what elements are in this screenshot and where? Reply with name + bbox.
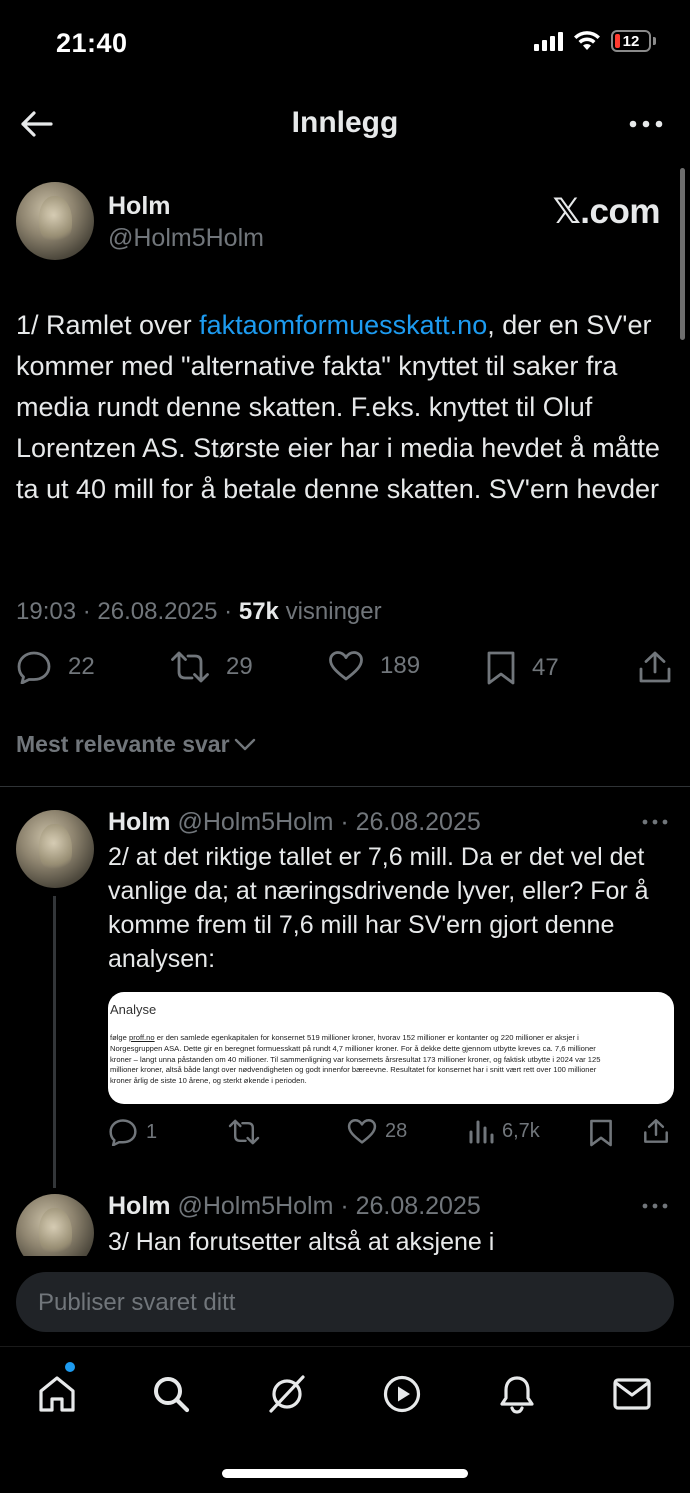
like-count: 28: [385, 1120, 408, 1142]
views-label: visninger: [285, 598, 382, 625]
views-button[interactable]: 6,7k: [468, 1118, 540, 1144]
reply-header: Holm @Holm5Holm · 26.08.2025: [108, 1192, 481, 1221]
reply-meta: @Holm5Holm · 26.08.2025: [177, 808, 481, 836]
top-navigation: Innlegg: [0, 90, 690, 162]
cellular-signal-icon: [534, 31, 563, 51]
status-time: 21:40: [56, 28, 128, 58]
post-meta: 19:03 · 26.08.2025 · 57k visninger: [16, 598, 382, 625]
xcom-watermark: 𝕏.com: [552, 192, 661, 231]
reply-more-button[interactable]: [640, 1196, 670, 1216]
reply-count: 22: [68, 653, 95, 680]
repost-icon: [171, 651, 209, 683]
notifications-icon: [500, 1376, 534, 1414]
page-title: Innlegg: [291, 106, 399, 139]
tab-home[interactable]: [32, 1369, 82, 1419]
chevron-down-icon: [234, 738, 255, 750]
reply-text: 2/ at det riktige tallet er 7,6 mill. Da…: [108, 843, 649, 973]
share-button[interactable]: [638, 650, 672, 684]
share-icon: [644, 1119, 668, 1143]
author-handle[interactable]: @Holm5Holm: [108, 224, 264, 253]
reply-more-button[interactable]: [640, 812, 670, 832]
repost-button[interactable]: [228, 1118, 260, 1146]
more-icon: [642, 819, 668, 825]
share-button[interactable]: [643, 1118, 669, 1144]
reply-composer-placeholder: Publiser svaret ditt: [38, 1289, 236, 1316]
avatar[interactable]: [16, 182, 94, 260]
attached-image[interactable]: Analyse følge proff.no er den samlede eg…: [108, 992, 674, 1104]
wifi-icon: [574, 31, 600, 50]
author-name[interactable]: Holm: [108, 192, 171, 221]
reply-author-name[interactable]: Holm: [108, 808, 171, 836]
post-text: 1/ Ramlet over faktaomformuesskatt.no, d…: [16, 305, 676, 510]
like-button[interactable]: 28: [347, 1118, 407, 1145]
post-link[interactable]: faktaomformuesskatt.no: [199, 310, 487, 340]
repost-icon: [228, 1119, 260, 1145]
home-icon: [39, 1376, 75, 1412]
tab-notifications[interactable]: [492, 1369, 542, 1419]
more-icon: [629, 120, 663, 128]
bookmark-button[interactable]: [589, 1118, 613, 1148]
status-icons: 12: [534, 30, 656, 52]
heart-icon: [347, 1119, 377, 1144]
messages-icon: [613, 1378, 651, 1410]
avatar[interactable]: [16, 810, 94, 888]
post-actions: 22 29 189 47: [0, 650, 690, 694]
post-time: 19:03: [16, 598, 77, 625]
post-text-prefix: 1/ Ramlet over: [16, 310, 200, 340]
repost-count: 29: [226, 653, 253, 680]
image-body-text: følge proff.no er den samlede egenkapita…: [110, 1033, 601, 1086]
bookmark-count: 47: [532, 654, 559, 681]
reply-actions: 1 28 6,7k: [0, 1118, 690, 1152]
tab-search[interactable]: [146, 1369, 196, 1419]
bookmark-icon: [487, 651, 515, 685]
heart-icon: [329, 651, 363, 681]
battery-icon: 12: [611, 30, 651, 52]
bookmark-button[interactable]: 47: [486, 650, 559, 686]
views-count: 57k: [238, 598, 279, 625]
reply-author-name[interactable]: Holm: [108, 1192, 171, 1220]
tab-grok[interactable]: [262, 1369, 312, 1419]
reply-icon: [109, 1119, 137, 1146]
status-bar: 21:40 12: [0, 0, 690, 90]
post-date: 26.08.2025: [97, 598, 218, 625]
reply-count: 1: [146, 1120, 158, 1143]
battery-level: 12: [622, 32, 640, 50]
scroll-indicator[interactable]: [680, 168, 685, 340]
reply-text: 3/ Han forutsetter altså at aksjene i: [108, 1228, 495, 1256]
grok-icon: [269, 1375, 305, 1413]
reply-button[interactable]: 1: [108, 1118, 157, 1146]
repost-button[interactable]: 29: [170, 650, 253, 684]
reply-sort-label: Mest relevante svar: [16, 731, 230, 757]
reply-sort-dropdown[interactable]: Mest relevante svar: [16, 731, 256, 758]
bookmark-icon: [590, 1119, 612, 1147]
share-icon: [639, 651, 671, 683]
more-options-button[interactable]: [626, 104, 666, 144]
home-unread-dot: [65, 1362, 75, 1372]
tab-messages[interactable]: [607, 1369, 657, 1419]
views-chart-icon: [469, 1120, 494, 1144]
search-icon: [154, 1377, 190, 1413]
home-indicator[interactable]: [222, 1469, 468, 1478]
like-count: 189: [380, 652, 421, 679]
image-heading: Analyse: [110, 1002, 157, 1017]
reply-meta: @Holm5Holm · 26.08.2025: [177, 1192, 481, 1220]
reply-icon: [17, 651, 51, 684]
video-icon: [383, 1375, 421, 1413]
divider: [0, 786, 690, 787]
reply-button[interactable]: 22: [16, 650, 95, 684]
reply-header: Holm @Holm5Holm · 26.08.2025: [108, 808, 481, 837]
views-count: 6,7k: [502, 1119, 540, 1142]
like-button[interactable]: 189: [328, 650, 420, 682]
more-icon: [642, 1203, 668, 1209]
tab-video[interactable]: [377, 1369, 427, 1419]
reply-composer-input[interactable]: Publiser svaret ditt: [16, 1272, 674, 1332]
